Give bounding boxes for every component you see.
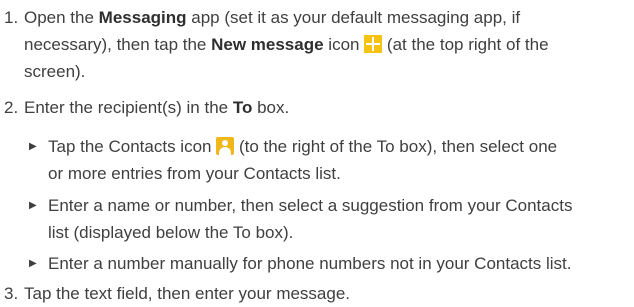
- step-number: 3.: [4, 284, 19, 303]
- text-run: or more entries from your Contacts list.: [48, 164, 341, 183]
- text-run: Open the: [24, 8, 99, 27]
- bullet-arrow-icon: ▶: [29, 200, 37, 211]
- substep-text: Enter a number manually for phone number…: [48, 250, 629, 277]
- instructions-page: 1. Open the Messaging app (set it as you…: [0, 0, 634, 303]
- substep-text: Enter a name or number, then select a su…: [48, 192, 629, 246]
- text-run: Enter a number manually for phone number…: [48, 254, 572, 273]
- step-text: Enter the recipient(s) in the To box.: [24, 94, 630, 121]
- text-run: box.: [252, 98, 290, 117]
- substep-text: Tap the Contacts icon (to the right of t…: [48, 133, 629, 187]
- step-number: 2.: [4, 98, 19, 117]
- text-run: screen).: [24, 62, 86, 81]
- new-message-plus-icon: [364, 35, 383, 53]
- substep-contacts-icon: ▶ Tap the Contacts icon (to the right of…: [29, 133, 629, 187]
- bullet-arrow-icon: ▶: [29, 258, 37, 269]
- text-run: Tap the Contacts icon: [48, 137, 217, 156]
- step-text: Tap the text field, then enter your mess…: [24, 284, 351, 303]
- substep-manual-number: ▶ Enter a number manually for phone numb…: [29, 250, 629, 277]
- text-run: Enter a name or number, then select a su…: [48, 196, 573, 215]
- contacts-person-icon: [216, 137, 235, 155]
- step-1: 1. Open the Messaging app (set it as you…: [0, 4, 630, 85]
- substep-enter-name: ▶ Enter a name or number, then select a …: [29, 192, 629, 246]
- text-run: list (displayed below the To box).: [48, 223, 294, 242]
- text-run: (to the right of the To box), then selec…: [234, 137, 558, 156]
- bullet-arrow-icon: ▶: [29, 141, 37, 152]
- step-number: 1.: [4, 8, 19, 27]
- step-2: 2. Enter the recipient(s) in the To box.: [0, 94, 630, 121]
- text-run: Enter the recipient(s) in the: [24, 98, 233, 117]
- to-field-label: To: [232, 98, 253, 117]
- text-run: necessary), then tap the: [24, 35, 212, 54]
- app-name: Messaging: [98, 8, 187, 27]
- step-3: 3. Tap the text field, then enter your m…: [0, 280, 630, 307]
- text-run: icon: [323, 35, 365, 54]
- text-run: (at the top right of the: [382, 35, 549, 54]
- text-run: app (set it as your default messaging ap…: [186, 8, 521, 27]
- step-text: Open the Messaging app (set it as your d…: [24, 4, 630, 85]
- new-message-label: New message: [211, 35, 324, 54]
